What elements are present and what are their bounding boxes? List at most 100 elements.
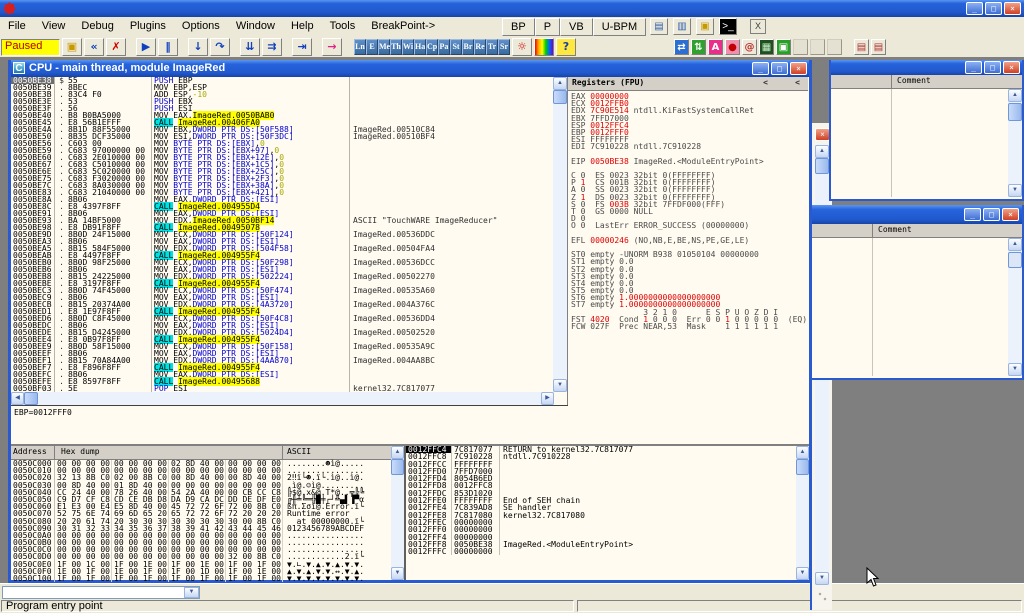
disasm-row[interactable]: 0050BEFE.E8 8597F8FFCALL ImageRed.004956… xyxy=(11,378,554,385)
scrollbar-thumb[interactable] xyxy=(1008,252,1022,268)
pane-button-sr[interactable]: Sr xyxy=(498,39,510,55)
menu-debug[interactable]: Debug xyxy=(73,17,121,35)
scroll-up-icon[interactable]: ▲ xyxy=(553,77,567,90)
info-pane[interactable]: EBP=0012FFF0 xyxy=(11,405,568,444)
pane-button-th[interactable]: Th xyxy=(390,39,402,55)
toolbar-close-button[interactable]: X xyxy=(750,19,766,34)
register-line[interactable]: O 0 LastErr ERROR_SUCCESS (00000000) xyxy=(571,222,808,229)
trace-spiral-button[interactable]: @ xyxy=(742,39,757,55)
minimize-button[interactable]: _ xyxy=(966,2,983,15)
menu-window[interactable]: Window xyxy=(228,17,283,35)
dropdown-icon[interactable]: ▼ xyxy=(184,587,199,598)
maximize-button[interactable]: □ xyxy=(984,61,1001,74)
swap-panes-button[interactable]: ⇄ xyxy=(674,39,689,55)
main-title-bar[interactable]: _ □ × xyxy=(0,0,1024,17)
disasm-row[interactable]: 0050BE8C.E8 4397F8FFCALL ImageRed.004955… xyxy=(11,203,554,210)
disasm-row[interactable]: 0050BE3E.53PUSH EBX xyxy=(11,98,554,105)
scroll-left-icon[interactable]: ◀ xyxy=(11,392,24,405)
scrollbar-thumb[interactable] xyxy=(553,90,567,104)
restart-button[interactable]: « xyxy=(84,38,104,56)
ascii-table-button[interactable]: A xyxy=(708,39,723,55)
minimize-button[interactable]: _ xyxy=(964,208,981,221)
scroll-up-icon[interactable]: ▲ xyxy=(1008,89,1022,102)
console-icon[interactable]: >_ xyxy=(719,18,737,35)
appearance-button[interactable]: ■ xyxy=(534,38,554,56)
close-button[interactable]: × xyxy=(1002,208,1019,221)
windows-list-button[interactable]: ▤ xyxy=(854,39,869,55)
pane-button-cp[interactable]: Cp xyxy=(426,39,438,55)
pane-button-pa[interactable]: Pa xyxy=(438,39,450,55)
pane-button-wi[interactable]: Wi xyxy=(402,39,414,55)
pane-button-me[interactable]: Me xyxy=(378,39,390,55)
open-file-button[interactable]: ▣ xyxy=(62,38,82,56)
pane-button-tr[interactable]: Tr xyxy=(486,39,498,55)
register-line[interactable]: EDI 7C910228 ntdll.7C910228 xyxy=(571,143,808,150)
registers-pane[interactable]: Registers (FPU) < < EAX 00000000ECX 0012… xyxy=(568,77,808,444)
column-1[interactable] xyxy=(831,75,892,88)
pane-button-br[interactable]: Br xyxy=(462,39,474,55)
disasm-row[interactable]: 0050BE9D.8B0D 24F15000MOV ECX,DWORD PTR … xyxy=(11,231,554,238)
pane-button-ha[interactable]: Ha xyxy=(414,39,426,55)
disasm-row[interactable]: 0050BE38$55PUSH EBP xyxy=(11,77,554,84)
screen-button[interactable]: ▣ xyxy=(776,39,791,55)
disasm-address[interactable]: 0050BF03 xyxy=(11,385,55,392)
comment-window-2-title-bar[interactable]: _ □ × xyxy=(812,205,1022,224)
disasm-row[interactable]: 0050BEC3.8B0D 74F45000MOV ECX,DWORD PTR … xyxy=(11,287,554,294)
vertical-scrollbar[interactable]: ▲ ▼ xyxy=(1008,89,1022,197)
dump-row[interactable]: 0050C1001F 00 1F 001F 00 1F 001F 00 1F 0… xyxy=(11,575,404,582)
maximize-button[interactable]: □ xyxy=(985,2,1002,15)
comment-window-2[interactable]: _ □ × Comment ▲ ▼ xyxy=(810,205,1024,380)
close-button[interactable]: × xyxy=(1003,61,1020,74)
hex-dump-pane[interactable]: Address Hex dump ASCII 0050C00000 00 00 … xyxy=(11,446,406,580)
pane-button-re[interactable]: Re xyxy=(474,39,486,55)
comment-window-1-body[interactable]: ▲ ▼ xyxy=(831,89,1022,197)
disasm-row[interactable]: 0050BEF7.E8 F896F8FFCALL ImageRed.004955… xyxy=(11,364,554,371)
scroll-up-icon[interactable]: ▲ xyxy=(1008,238,1022,251)
dump-vertical-scrollbar[interactable]: ▲ ▼ xyxy=(391,446,404,580)
options-gear-button[interactable]: ☼ xyxy=(512,38,532,56)
disasm-row[interactable]: 0050BE83.C683 21040000 00MOV BYTE PTR DS… xyxy=(11,189,554,196)
disasm-row[interactable]: 0050BED6.8B0D C8F45000MOV ECX,DWORD PTR … xyxy=(11,315,554,322)
close-button[interactable]: × xyxy=(1004,2,1021,15)
vertical-scrollbar[interactable]: ▲ ▼ xyxy=(1008,238,1022,376)
help-button[interactable]: ? xyxy=(556,38,576,56)
menu-plugins[interactable]: Plugins xyxy=(122,17,174,35)
scrollbar-thumb[interactable] xyxy=(391,459,404,475)
scroll-down-icon[interactable]: ▼ xyxy=(1008,184,1022,197)
column-comment[interactable]: Comment xyxy=(892,75,931,88)
menu-tools[interactable]: Tools xyxy=(322,17,364,35)
disassembly-vertical-scrollbar[interactable]: ▲ ▼ xyxy=(553,77,567,392)
scrollbar-thumb[interactable] xyxy=(815,158,829,174)
pane-button-st[interactable]: St xyxy=(450,39,462,55)
disasm-row[interactable]: 0050BE3B.83C4 F0ADD ESP,-10 xyxy=(11,91,554,98)
step-into-button[interactable]: ↓ xyxy=(188,38,208,56)
menu-view[interactable]: View xyxy=(34,17,74,35)
scrollbar-thumb[interactable] xyxy=(24,392,38,405)
animate-into-button[interactable]: ⇊ xyxy=(240,38,260,56)
scrollbar-thumb[interactable] xyxy=(1008,103,1022,121)
plugin-button-p[interactable]: P xyxy=(535,18,560,36)
open-folder-icon[interactable]: ▣ xyxy=(696,18,714,35)
pane-button-e[interactable]: E xyxy=(366,39,378,55)
disasm-row[interactable]: 0050BEE9.8B0D 58F15000MOV ECX,DWORD PTR … xyxy=(11,343,554,350)
step-over-button[interactable]: ↷ xyxy=(210,38,230,56)
cpu-window[interactable]: CCPU - main thread, module ImageRed _ □ … xyxy=(8,60,812,583)
comment-window-1[interactable]: _ □ × Comment ▲ ▼ xyxy=(829,60,1024,201)
disassembly-horizontal-scrollbar[interactable]: ◀ ▶ xyxy=(11,392,554,405)
go-to-address-button[interactable]: → xyxy=(322,38,342,56)
stack-pane[interactable]: 0012FFC47C817077RETURN to kernel32.7C817… xyxy=(406,446,809,580)
cpu-title-bar[interactable]: CCPU - main thread, module ImageRed _ □ … xyxy=(11,60,809,77)
command-input[interactable] xyxy=(3,587,187,598)
scroll-down-icon[interactable]: ▼ xyxy=(815,572,829,585)
nav-left-icon[interactable]: < xyxy=(763,77,768,89)
scroll-up-icon[interactable]: ▲ xyxy=(391,446,404,459)
scroll-down-icon[interactable]: ▼ xyxy=(391,567,404,580)
scroll-up-icon[interactable]: ▲ xyxy=(796,446,809,459)
menu-options[interactable]: Options xyxy=(174,17,228,35)
nav-left-icon[interactable]: < xyxy=(795,77,800,89)
maximize-button[interactable]: □ xyxy=(771,62,788,75)
minimize-button[interactable]: _ xyxy=(965,61,982,74)
close-button[interactable]: × xyxy=(790,62,807,75)
menu-breakpoint[interactable]: BreakPoint-> xyxy=(363,17,443,35)
strip-close-button[interactable]: × xyxy=(815,128,830,141)
